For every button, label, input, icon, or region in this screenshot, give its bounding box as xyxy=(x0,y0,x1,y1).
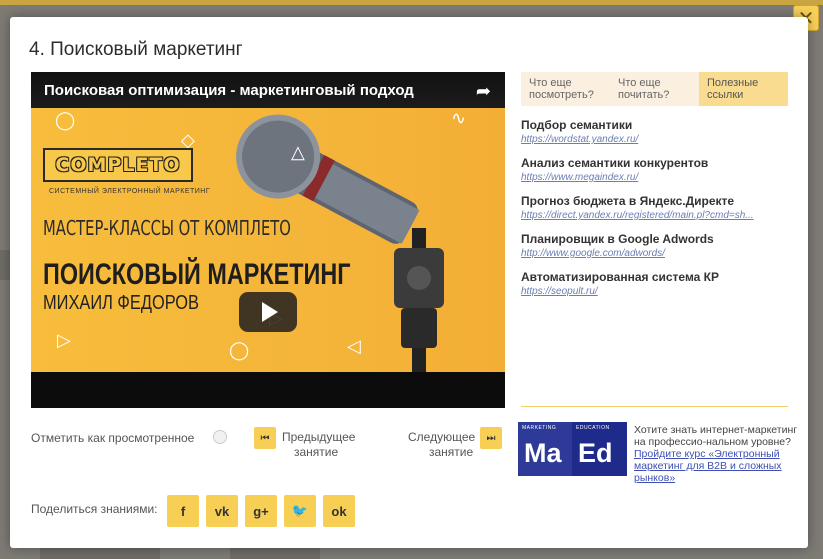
facebook-icon: f xyxy=(180,503,186,519)
odnoklassniki-icon: ok xyxy=(331,503,347,519)
banner-marketing-text: MARKETING xyxy=(522,425,557,431)
google-plus-icon: g+ xyxy=(253,503,269,519)
circle-decoration-icon: ◯ xyxy=(55,110,76,130)
tab-useful-links[interactable]: Полезные ссылки xyxy=(699,72,788,106)
next-label-line1: Следующее xyxy=(408,430,476,444)
link-title: Подбор семантики xyxy=(521,118,633,132)
link-url[interactable]: https://seopult.ru/ xyxy=(521,285,791,299)
banner-ed-text: Ed xyxy=(578,438,613,468)
banner-ma-block: MARKETING Ma xyxy=(518,422,572,476)
mark-watched-label: Отметить как просмотренное xyxy=(31,431,195,445)
video-controls-bar xyxy=(31,372,505,408)
skip-back-icon: ⏮ xyxy=(260,432,270,444)
link-url[interactable]: http://www.google.com/adwords/ xyxy=(521,247,791,261)
square-decoration-icon: ◇ xyxy=(181,130,195,150)
previous-label-line1: Предыдущее xyxy=(282,430,356,444)
microphone-illustration xyxy=(236,114,444,372)
triangle-decoration-icon: ◁ xyxy=(347,336,361,356)
backdrop-top-bar xyxy=(0,0,823,5)
circle-decoration-icon: ◯ xyxy=(229,340,250,360)
section-divider xyxy=(521,406,788,407)
list-item: Подбор семантики https://wordstat.yandex… xyxy=(521,118,791,147)
video-titlebar: Поисковая оптимизация - маркетинговый по… xyxy=(31,72,505,108)
backdrop-fragment xyxy=(40,548,160,559)
share-icon[interactable]: ➦ xyxy=(476,81,491,102)
useful-links-list: Подбор семантики https://wordstat.yandex… xyxy=(521,118,791,308)
twitter-icon: 🐦 xyxy=(291,503,309,518)
completo-logo: COMPLETO xyxy=(43,148,193,182)
tab-read-more[interactable]: Что еще почитать? xyxy=(610,72,699,106)
share-label: Поделиться знаниями: xyxy=(31,502,158,516)
backdrop-fragment xyxy=(0,250,10,280)
promo-text: Хотите знать интернет-маркетинг на профе… xyxy=(634,424,799,484)
play-button[interactable] xyxy=(239,292,297,332)
link-title: Планировщик в Google Adwords xyxy=(521,232,714,246)
google-plus-share-button[interactable]: g+ xyxy=(245,495,277,527)
triangle-decoration-icon: ▷ xyxy=(57,330,71,350)
previous-lesson-button[interactable]: ⏮ xyxy=(254,427,276,449)
tab-watch-more[interactable]: Что еще посмотреть? xyxy=(521,72,610,106)
logo-subtitle: СИСТЕМНЫЙ ЭЛЕКТРОННЫЙ МАРКЕТИНГ xyxy=(49,188,211,195)
list-item: Анализ семантики конкурентов https://www… xyxy=(521,156,791,185)
banner-ma-text: Ma xyxy=(524,438,562,468)
banner-ed-block: EDUCATION Ed xyxy=(572,422,627,476)
vk-icon: vk xyxy=(214,503,230,519)
video-player[interactable]: Поисковая оптимизация - маркетинговый по… xyxy=(31,72,505,408)
list-item: Прогноз бюджета в Яндекс.Директе https:/… xyxy=(521,194,791,223)
lesson-modal: 4. Поисковый маркетинг Поисковая оптимиз… xyxy=(10,17,808,548)
link-url[interactable]: https://direct.yandex.ru/registered/main… xyxy=(521,209,791,223)
skip-forward-icon: ⏭ xyxy=(486,432,496,444)
triangle-decoration-icon: △ xyxy=(291,142,305,162)
next-lesson-button[interactable]: ⏭ xyxy=(480,427,502,449)
maed-banner[interactable]: MARKETING Ma EDUCATION Ed xyxy=(518,422,627,476)
list-item: Автоматизированная система КР https://se… xyxy=(521,270,791,299)
backdrop-fragment xyxy=(230,548,320,559)
link-url[interactable]: https://www.megaindex.ru/ xyxy=(521,171,791,185)
odnoklassniki-share-button[interactable]: ok xyxy=(323,495,355,527)
link-title: Автоматизированная система КР xyxy=(521,270,719,284)
resource-tabs: Что еще посмотреть? Что еще почитать? По… xyxy=(521,72,788,106)
promo-course-link[interactable]: Пройдите курс «Электронный маркетинг для… xyxy=(634,448,799,484)
promo-description: Хотите знать интернет-маркетинг на профе… xyxy=(634,424,798,448)
thumbnail-line3: МИХАИЛ ФЕДОРОВ xyxy=(43,292,199,314)
facebook-share-button[interactable]: f xyxy=(167,495,199,527)
zigzag-decoration-icon: ∿ xyxy=(451,108,467,128)
vk-share-button[interactable]: vk xyxy=(206,495,238,527)
twitter-share-button[interactable]: 🐦 xyxy=(284,495,316,527)
link-title: Анализ семантики конкурентов xyxy=(521,156,709,170)
list-item: Планировщик в Google Adwords http://www.… xyxy=(521,232,791,261)
previous-lesson-label[interactable]: Предыдущее занятие xyxy=(282,430,355,460)
previous-label-line2: занятие xyxy=(294,445,339,459)
next-label-line2: занятие xyxy=(428,445,474,459)
link-url[interactable]: https://wordstat.yandex.ru/ xyxy=(521,133,791,147)
mark-watched-checkbox[interactable] xyxy=(213,430,227,444)
link-title: Прогноз бюджета в Яндекс.Директе xyxy=(521,194,735,208)
next-lesson-label[interactable]: Следующее занятие xyxy=(408,430,475,460)
video-thumbnail: COMPLETO СИСТЕМНЫЙ ЭЛЕКТРОННЫЙ МАРКЕТИНГ… xyxy=(31,108,505,372)
modal-title: 4. Поисковый маркетинг xyxy=(29,39,243,60)
banner-education-text: EDUCATION xyxy=(576,425,610,431)
video-title[interactable]: Поисковая оптимизация - маркетинговый по… xyxy=(44,82,414,99)
